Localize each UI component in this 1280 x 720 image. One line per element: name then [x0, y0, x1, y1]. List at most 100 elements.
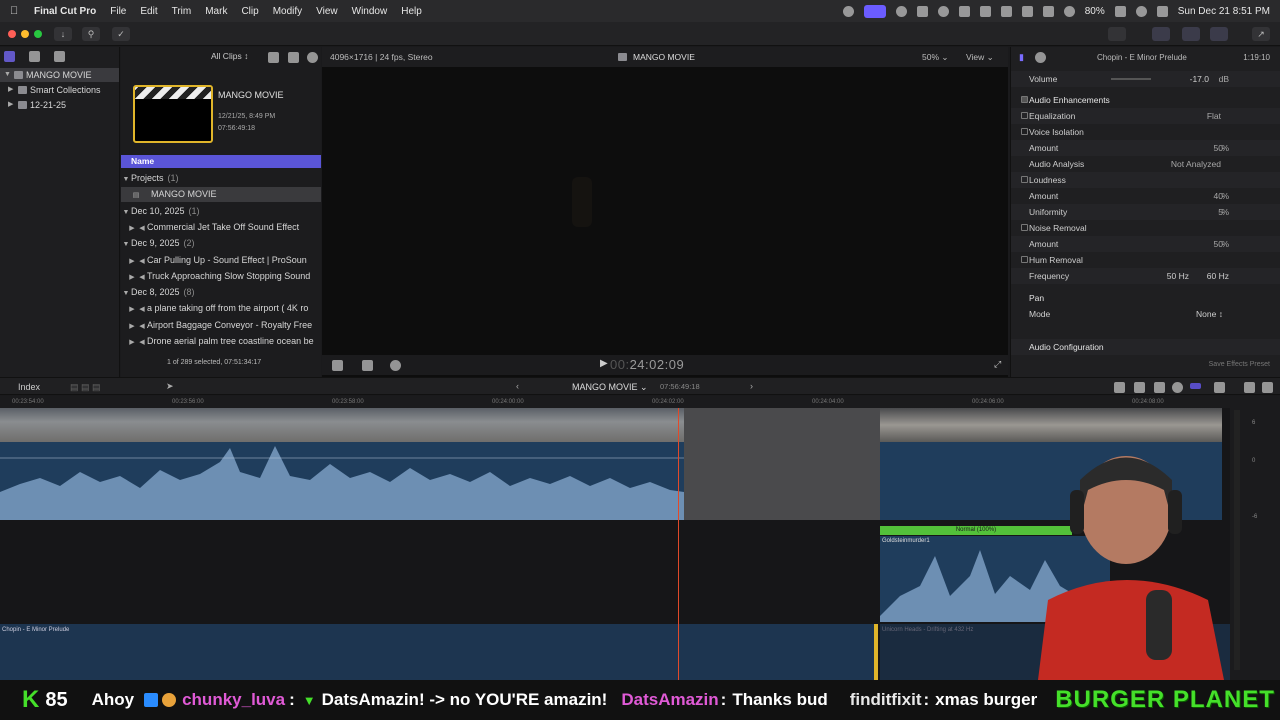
timeline-project-menu[interactable]: MANGO MOVIE ⌄ [572, 382, 648, 393]
libraries-tab-icon[interactable] [4, 51, 15, 62]
display-icon[interactable] [1000, 5, 1012, 17]
status-record-icon[interactable] [895, 5, 907, 17]
clock[interactable]: Sun Dec 21 8:51 PM [1178, 6, 1270, 17]
status-grid-icon[interactable] [916, 5, 928, 17]
inspector-row-value[interactable]: Flat [1207, 108, 1221, 124]
status-keyboard-icon[interactable] [1042, 5, 1054, 17]
event-item[interactable]: ▶ 12-21-25 [8, 98, 66, 112]
timeline-close-icon[interactable] [1262, 382, 1273, 393]
clip-edge-handle[interactable] [874, 624, 878, 680]
viewer[interactable] [322, 47, 1008, 377]
zoom-in-icon[interactable] [1134, 382, 1145, 393]
snapping-icon[interactable] [1214, 382, 1225, 393]
enable-checkbox[interactable] [1021, 176, 1028, 183]
background-tasks-icon[interactable]: ✓ [112, 27, 130, 41]
disclosure-icon[interactable]: ▼ [121, 286, 131, 300]
disclosure-icon[interactable]: ▶ [8, 98, 15, 112]
select-tool-icon[interactable]: ➤ [166, 381, 174, 392]
play-icon[interactable]: ▶ [600, 358, 608, 369]
music-clip[interactable]: Chopin - E Minor Prelude [0, 624, 878, 680]
forward-icon[interactable]: › [750, 381, 753, 391]
minimize-window-icon[interactable] [21, 30, 29, 38]
menu-window[interactable]: Window [352, 6, 388, 17]
volume-slider[interactable] [1111, 78, 1151, 80]
browser-search-icon[interactable] [307, 52, 318, 63]
effects-icon[interactable] [362, 360, 373, 371]
timecode-display[interactable]: 00:24:02:09 [610, 357, 684, 372]
browser-group-row[interactable]: ▼ Dec 10, 2025 (1) [121, 204, 321, 219]
audio-inspector-icon[interactable]: ▮ [1019, 52, 1024, 63]
menu-app-name[interactable]: Final Cut Pro [34, 6, 96, 17]
menu-view[interactable]: View [316, 6, 338, 17]
save-effects-preset-button[interactable]: Save Effects Preset [1209, 361, 1270, 368]
browser-group-row[interactable]: ▼ Dec 8, 2025 (8) [121, 285, 321, 300]
frequency-option[interactable]: 60 Hz [1207, 268, 1229, 284]
battery-icon[interactable] [1114, 5, 1126, 17]
audio-configuration-header[interactable]: Audio Configuration [1011, 339, 1280, 355]
library-toggle-icon[interactable] [1108, 27, 1126, 41]
filmstrip-view-icon[interactable] [268, 52, 279, 63]
status-box-icon[interactable] [979, 5, 991, 17]
menu-help[interactable]: Help [401, 6, 422, 17]
inspector-row-value[interactable]: Not Analyzed [1171, 156, 1221, 172]
disclosure-icon[interactable]: ▼ [121, 205, 131, 219]
inspector-toggle-icon[interactable] [1210, 27, 1228, 41]
back-icon[interactable]: ‹ [516, 381, 519, 391]
browser-clip-row[interactable]: ▶ ◀ Truck Approaching Slow Stopping Sound [121, 269, 321, 284]
disclosure-icon[interactable]: ▶ [8, 83, 15, 97]
second-video-clip[interactable] [880, 408, 1222, 442]
disclosure-icon[interactable]: ▶ [127, 319, 137, 333]
gap-clip[interactable] [684, 408, 880, 520]
menu-modify[interactable]: Modify [273, 6, 302, 17]
index-button[interactable]: Index [18, 382, 40, 392]
project-icon[interactable]: ▤ [131, 188, 141, 202]
bluetooth-icon[interactable] [1021, 5, 1033, 17]
volume-icon[interactable] [958, 5, 970, 17]
timeline-ruler[interactable]: 00:23:54:00 00:23:56:00 00:23:58:00 00:2… [0, 396, 1230, 408]
wifi-icon[interactable] [1063, 5, 1075, 17]
control-center-icon[interactable] [1156, 5, 1168, 17]
browser-clip-row[interactable]: ▶ ◀ Commercial Jet Take Off Sound Effect [121, 220, 321, 235]
menu-edit[interactable]: Edit [140, 6, 157, 17]
volume-value[interactable]: -17.0 [1190, 71, 1209, 87]
status-play-icon[interactable] [937, 5, 949, 17]
clip-view-icon[interactable] [1244, 382, 1255, 393]
frequency-option[interactable]: 50 Hz [1167, 268, 1189, 284]
titles-tab-icon[interactable] [54, 51, 65, 62]
skimming-icon[interactable] [1154, 382, 1165, 393]
library-item[interactable]: ▼ MANGO MOVIE [0, 68, 119, 82]
transform-icon[interactable] [332, 360, 343, 371]
name-column-header[interactable]: Name [121, 155, 321, 168]
timeline-toggle-icon[interactable] [1182, 27, 1200, 41]
browser-toggle-icon[interactable] [1152, 27, 1170, 41]
browser-clip-row[interactable]: ▶ ◀ a plane taking off from the airport ( … [121, 301, 321, 316]
disclosure-icon[interactable]: ▼ [121, 237, 131, 251]
smart-collections-item[interactable]: ▶ Smart Collections [8, 83, 101, 97]
share-icon[interactable]: ↗ [1252, 27, 1270, 41]
zoom-level[interactable]: 50% ⌄ [922, 52, 949, 63]
list-view-icon[interactable] [288, 52, 299, 63]
clip-filter[interactable]: All Clips ↕ [211, 51, 248, 61]
enable-checkbox[interactable] [1021, 112, 1028, 119]
video-clip[interactable] [0, 408, 684, 442]
apple-icon[interactable]:  [10, 5, 22, 17]
disclosure-icon[interactable]: ▼ [4, 68, 11, 82]
browser-group-row[interactable]: ▼ Dec 9, 2025 (2) [121, 236, 321, 251]
close-window-icon[interactable] [8, 30, 16, 38]
search-icon[interactable] [1135, 5, 1147, 17]
disclosure-icon[interactable]: ▶ [127, 254, 137, 268]
enable-checkbox[interactable] [1021, 256, 1028, 263]
enable-checkbox[interactable] [1021, 128, 1028, 135]
keywords-icon[interactable]: ⚲ [82, 27, 100, 41]
audio-skimming-icon[interactable] [1172, 382, 1183, 393]
view-menu[interactable]: View ⌄ [966, 52, 994, 63]
menu-clip[interactable]: Clip [241, 6, 258, 17]
status-globe-icon[interactable] [842, 5, 854, 17]
info-inspector-icon[interactable] [1035, 52, 1046, 63]
enable-checkbox[interactable] [1021, 224, 1028, 231]
fullscreen-icon[interactable]: ⤢ [994, 359, 1001, 370]
menu-mark[interactable]: Mark [205, 6, 227, 17]
solo-icon[interactable] [1190, 383, 1201, 389]
clip-appearance-icons[interactable]: ▤ ▤ ▤ [70, 382, 101, 393]
zoom-out-icon[interactable] [1114, 382, 1125, 393]
